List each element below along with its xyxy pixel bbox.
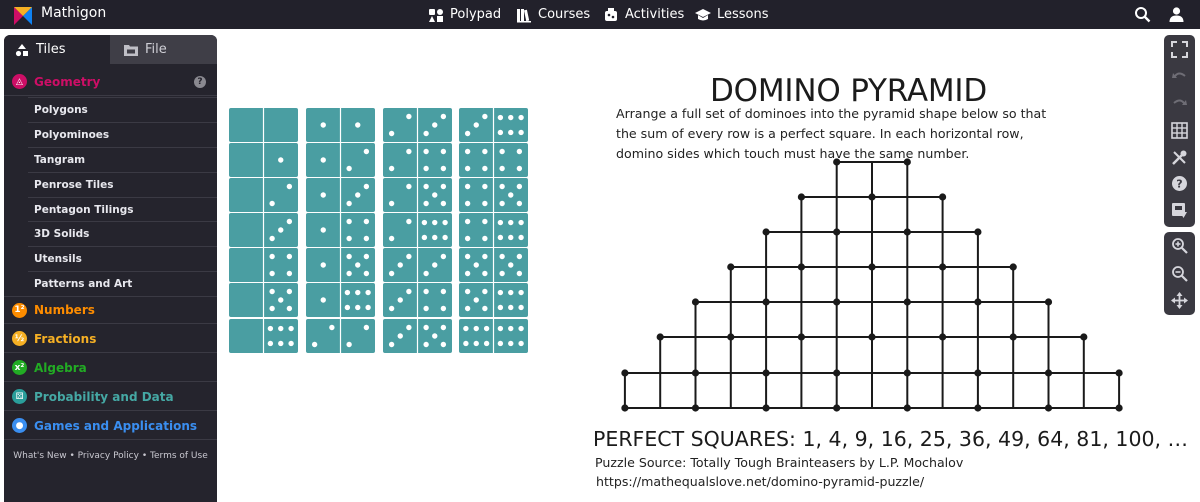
pyramid-node [1115, 369, 1123, 377]
pyramid-node [797, 333, 806, 341]
pyramid-node [833, 404, 841, 412]
fullscreen-icon[interactable] [1171, 41, 1188, 58]
undo-icon[interactable] [1171, 68, 1188, 85]
pyramid-node [762, 369, 770, 377]
svg-text:?: ? [1176, 178, 1182, 191]
pyramid-node [727, 333, 735, 341]
pyramid-node [1080, 333, 1088, 341]
pyramid-node [691, 404, 700, 412]
pyramid-node [868, 333, 876, 341]
pyramid-node [868, 263, 876, 271]
pyramid-node [868, 193, 876, 201]
pyramid-node [691, 369, 700, 377]
pyramid-node [903, 228, 911, 236]
pyramid-node [974, 298, 982, 306]
pyramid-node [656, 333, 664, 341]
puzzle-source-text[interactable]: Puzzle Source: Totally Tough Brainteaser… [595, 455, 963, 470]
pyramid-node [903, 369, 911, 377]
pyramid-node [762, 404, 770, 412]
pyramid-node [1044, 298, 1053, 306]
puzzle-instructions[interactable]: Arrange a full set of dominoes into the … [616, 104, 1066, 164]
pyramid-node [762, 228, 770, 236]
right-toolbar: ? [1164, 35, 1195, 315]
pyramid-node [691, 298, 700, 306]
pyramid-node [974, 228, 982, 236]
grid-icon[interactable] [1171, 122, 1188, 139]
puzzle-url-text[interactable]: https://mathequalslove.net/domino-pyrami… [596, 474, 924, 489]
pyramid-node [1115, 404, 1123, 412]
pyramid-node [1009, 333, 1017, 341]
pyramid-node [797, 263, 806, 271]
pan-icon[interactable] [1171, 292, 1188, 309]
help-icon[interactable]: ? [1171, 175, 1188, 192]
pyramid-node [939, 263, 947, 271]
pyramid-node [1009, 263, 1017, 271]
export-icon[interactable] [1171, 202, 1188, 219]
pyramid-node [797, 193, 806, 201]
pyramid-node [833, 298, 841, 306]
pyramid-node [1044, 404, 1053, 412]
pyramid-node [939, 333, 947, 341]
pyramid-node [974, 369, 982, 377]
pyramid-node [727, 263, 735, 271]
pyramid-node [939, 193, 947, 201]
pyramid-node [833, 369, 841, 377]
pyramid-node [974, 404, 982, 412]
pyramid-node [1044, 369, 1053, 377]
pyramid-node [621, 404, 629, 412]
pyramid-node [833, 228, 841, 236]
pyramid-node [621, 369, 629, 377]
redo-icon[interactable] [1171, 95, 1188, 112]
zoom-out-icon[interactable] [1171, 265, 1188, 282]
tool-group: ? [1164, 35, 1195, 227]
pyramid-node [903, 298, 911, 306]
zoom-in-icon[interactable] [1171, 237, 1188, 254]
tools-icon[interactable] [1171, 149, 1188, 166]
pyramid-node [762, 298, 770, 306]
perfect-squares-text[interactable]: PERFECT SQUARES: 1, 4, 9, 16, 25, 36, 49… [593, 427, 1188, 451]
pyramid-node [903, 404, 911, 412]
zoom-group [1164, 232, 1195, 315]
